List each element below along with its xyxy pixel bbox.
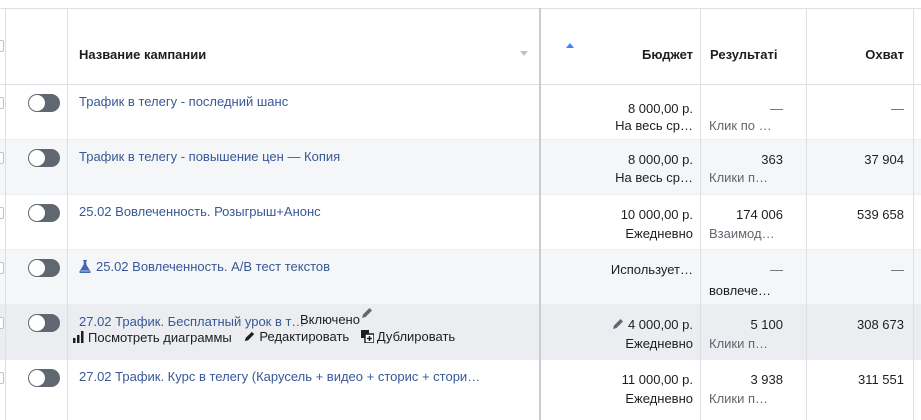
table-row[interactable]: Трафик в телегу - повышение цен — Копия …	[0, 140, 921, 195]
budget-value: 11 000,00 р.	[621, 372, 693, 387]
pencil-icon	[245, 331, 255, 342]
row-checkbox[interactable]	[0, 97, 4, 109]
budget-type: Ежедневно	[625, 391, 693, 406]
budget-value-wrap[interactable]: 4 000,00 р.	[611, 317, 693, 332]
frozen-column-divider[interactable]	[539, 8, 541, 420]
campaign-toggle[interactable]	[28, 369, 60, 387]
result-type: Взаимод…	[709, 226, 775, 241]
campaign-name-link[interactable]: 25.02 Вовлеченность. Розыгрыш+Анонс	[79, 204, 321, 219]
row-checkbox[interactable]	[0, 317, 4, 329]
campaign-name-link[interactable]: Трафик в телегу - повышение цен — Копия	[79, 149, 340, 164]
bar-chart-icon	[73, 331, 84, 343]
column-divider	[67, 8, 68, 420]
reach-value: 539 658	[857, 207, 904, 222]
budget-value: 10 000,00 р.	[620, 207, 693, 222]
column-header-reach[interactable]: Охват	[865, 47, 904, 62]
campaign-name-link[interactable]: Трафик в телегу - последний шанс	[79, 94, 288, 109]
reach-value: 37 904	[864, 152, 904, 167]
budget-type: Ежедневно	[625, 226, 693, 241]
budget-value: 8 000,00 р.	[627, 152, 693, 167]
row-checkbox[interactable]	[0, 372, 4, 384]
column-divider	[806, 8, 807, 420]
reach-value: 308 673	[857, 317, 904, 332]
column-divider	[5, 8, 6, 420]
campaign-toggle[interactable]	[28, 314, 60, 332]
view-charts-action[interactable]: Посмотреть диаграммы	[73, 330, 232, 345]
table-row[interactable]: 25.02 Вовлеченность. А/В тест текстов Ис…	[0, 250, 921, 305]
caret-down-icon[interactable]	[520, 51, 528, 56]
result-type: вовлече…	[709, 283, 771, 298]
result-type: Клики п…	[709, 170, 769, 185]
result-value: 3 938	[750, 372, 783, 387]
duplicate-action[interactable]: Дублировать	[360, 329, 455, 344]
result-value: —	[770, 101, 783, 116]
flask-icon	[79, 260, 91, 273]
budget-type: Ежедневно	[625, 336, 693, 351]
campaign-name-link[interactable]: 27.02 Трафик. Бесплатный урок в телегу	[79, 314, 309, 329]
edit-action[interactable]: Редактировать	[243, 329, 349, 344]
table-row[interactable]: 25.02 Вовлеченность. Розыгрыш+Анонс 10 0…	[0, 195, 921, 250]
campaign-name-link[interactable]: 25.02 Вовлеченность. А/В тест текстов	[79, 259, 330, 274]
campaign-toggle[interactable]	[28, 204, 60, 222]
campaign-toggle[interactable]	[28, 259, 60, 277]
row-checkbox[interactable]	[0, 207, 4, 219]
reach-value: —	[891, 101, 904, 116]
delivery-status: Включено	[300, 312, 360, 327]
budget-value: Использует…	[610, 262, 693, 277]
pencil-icon[interactable]	[611, 317, 625, 331]
result-value: 363	[761, 152, 783, 167]
campaign-toggle[interactable]	[28, 149, 60, 167]
column-header-budget[interactable]: Бюджет	[642, 47, 693, 62]
result-value: —	[770, 262, 783, 277]
select-all-checkbox[interactable]	[0, 40, 4, 52]
campaign-toggle[interactable]	[28, 94, 60, 112]
result-type: Клики п…	[709, 336, 769, 351]
budget-type: На весь ср…	[615, 118, 693, 133]
duplicate-icon	[360, 330, 374, 343]
row-checkbox[interactable]	[0, 152, 4, 164]
result-value: 5 100	[750, 317, 783, 332]
result-type: Клики п…	[709, 391, 769, 406]
column-divider	[913, 8, 914, 420]
column-divider	[700, 8, 701, 420]
reach-value: —	[891, 262, 904, 277]
campaigns-table: Название кампании Бюджет Результаті Охва…	[0, 0, 921, 420]
column-header-results[interactable]: Результаті	[710, 47, 777, 62]
budget-value: 8 000,00 р.	[627, 101, 693, 116]
table-row[interactable]: 27.02 Трафик. Курс в телегу (Карусель + …	[0, 360, 921, 420]
result-type: Клик по …	[709, 118, 772, 133]
campaign-name-link[interactable]: 27.02 Трафик. Курс в телегу (Карусель + …	[79, 369, 480, 384]
result-value: 174 006	[736, 207, 783, 222]
budget-value: 4 000,00 р.	[627, 317, 693, 332]
row-hover-actions: Посмотреть диаграммы Редактировать Дубли…	[73, 329, 463, 359]
campaign-name-text: 25.02 Вовлеченность. А/В тест текстов	[96, 259, 331, 274]
table-header: Название кампании Бюджет Результаті Охва…	[0, 8, 921, 85]
caret-up-icon[interactable]	[566, 43, 574, 48]
pencil-icon[interactable]	[360, 306, 374, 323]
reach-value: 311 551	[857, 372, 904, 387]
table-row[interactable]: Трафик в телегу - последний шанс 8 000,0…	[0, 85, 921, 140]
column-header-campaign-name[interactable]: Название кампании	[79, 47, 206, 62]
row-checkbox[interactable]	[0, 262, 4, 274]
budget-type: На весь ср…	[615, 170, 693, 185]
